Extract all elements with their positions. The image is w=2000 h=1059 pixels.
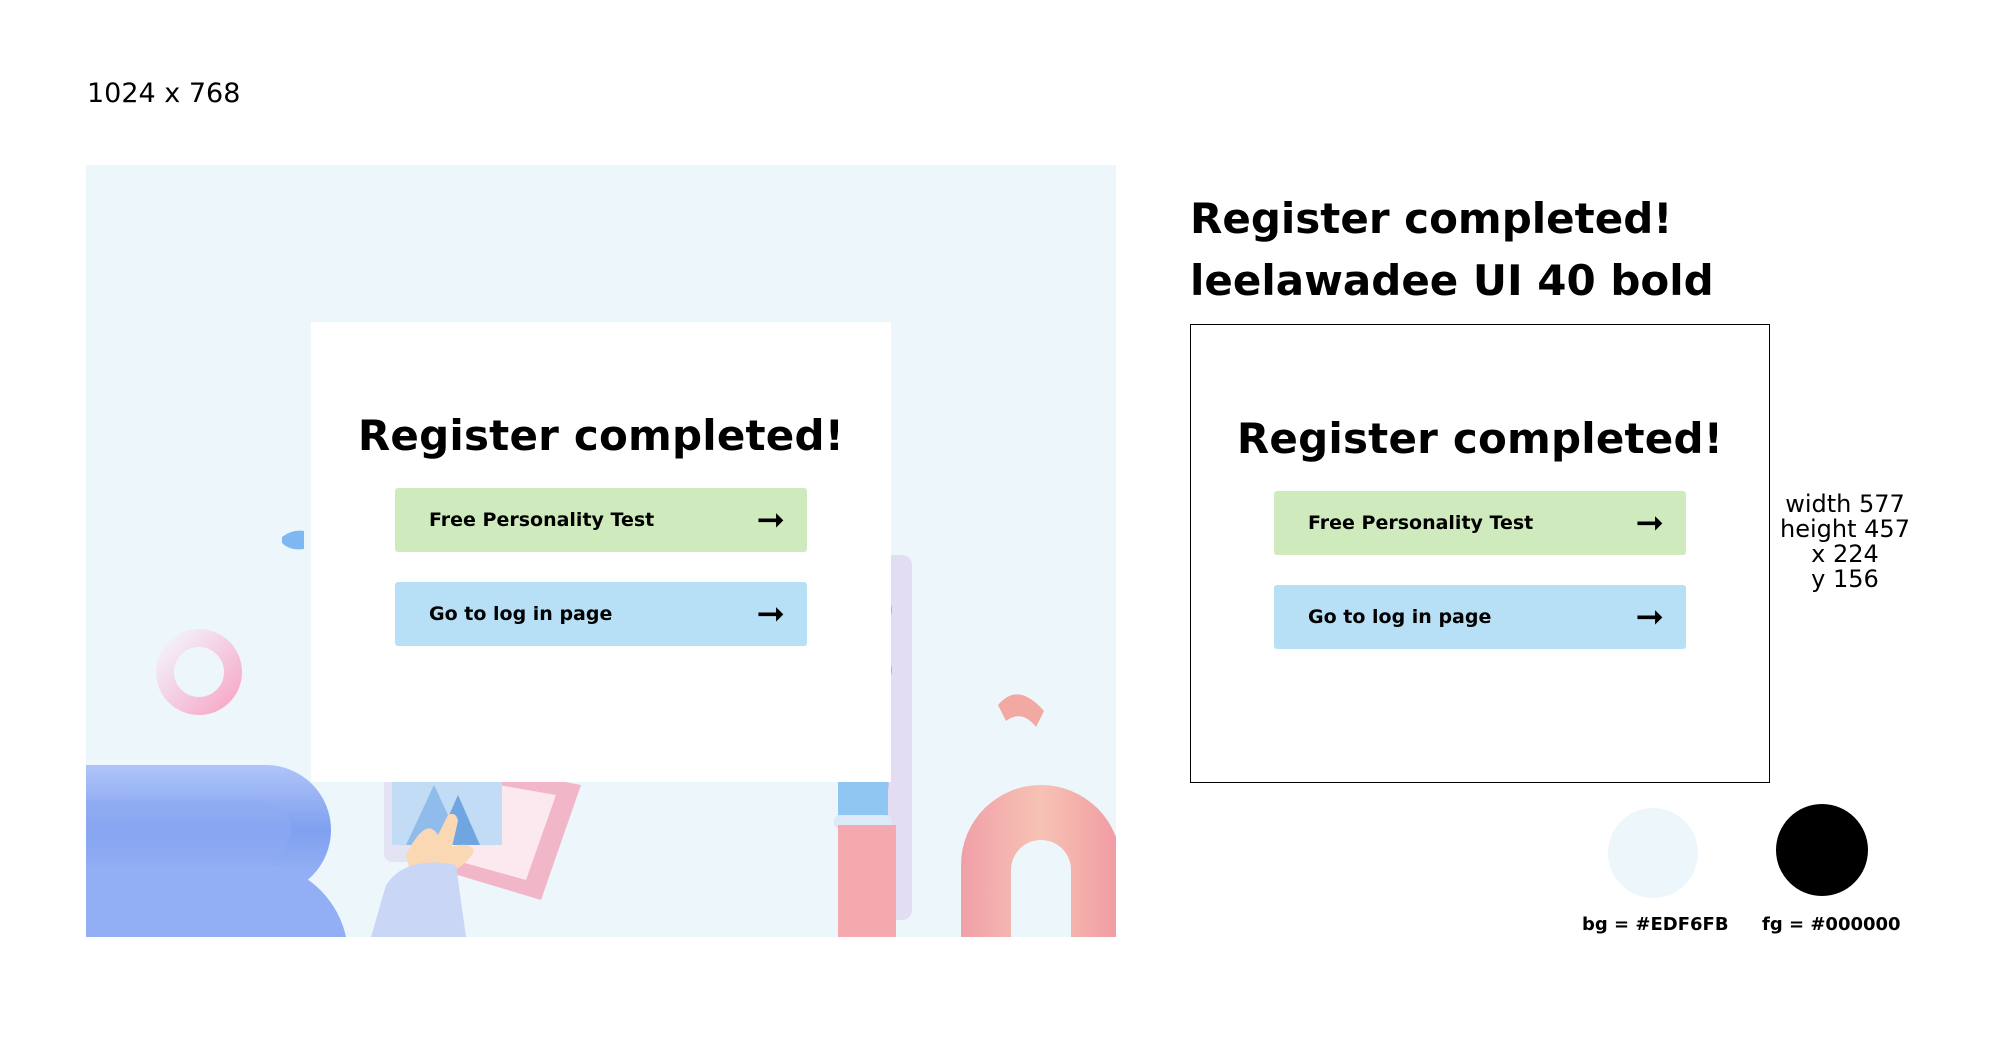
design-canvas: 1024 x 768 Register completed! Free Pers… (0, 0, 2000, 1059)
register-complete-card: Register completed! Free Personality Tes… (311, 322, 891, 782)
go-to-login-button[interactable]: Go to log in page ➞ (395, 582, 807, 646)
button-label: Free Personality Test (1308, 512, 1534, 534)
spec-x: x 224 (1811, 540, 1879, 568)
spec-width: width 577 (1785, 490, 1905, 518)
spec-go-to-login-button[interactable]: Go to log in page ➞ (1274, 585, 1686, 649)
fg-color-label: fg = #000000 (1762, 914, 1901, 935)
spec-free-personality-test-button[interactable]: Free Personality Test ➞ (1274, 491, 1686, 555)
mockup-screen: Register completed! Free Personality Tes… (86, 165, 1116, 937)
spec-card-outline: Register completed! Free Personality Tes… (1190, 324, 1770, 783)
arrow-right-icon: ➞ (1635, 597, 1665, 637)
spec-y: y 156 (1811, 565, 1879, 593)
button-label: Go to log in page (429, 603, 613, 625)
spec-dimensions: width 577 height 457 x 224 y 156 (1780, 492, 1910, 592)
canvas-size-label: 1024 x 768 (87, 78, 241, 109)
free-personality-test-button[interactable]: Free Personality Test ➞ (395, 488, 807, 552)
spec-heading: Register completed! leelawadee UI 40 bol… (1190, 188, 1714, 312)
spec-title-line2: leelawadee UI 40 bold (1190, 256, 1714, 305)
spec-height: height 457 (1780, 515, 1910, 543)
bg-color-swatch (1608, 808, 1698, 898)
button-label: Free Personality Test (429, 509, 655, 531)
arrow-right-icon: ➞ (1635, 503, 1665, 543)
bg-color-label: bg = #EDF6FB (1582, 914, 1729, 935)
spec-title-line1: Register completed! (1190, 194, 1673, 243)
button-label: Go to log in page (1308, 606, 1492, 628)
arrow-right-icon: ➞ (756, 500, 786, 540)
fg-color-swatch (1776, 804, 1868, 896)
spec-card-title: Register completed! (1236, 414, 1724, 463)
arrow-right-icon: ➞ (756, 594, 786, 634)
card-title: Register completed! (357, 411, 845, 460)
